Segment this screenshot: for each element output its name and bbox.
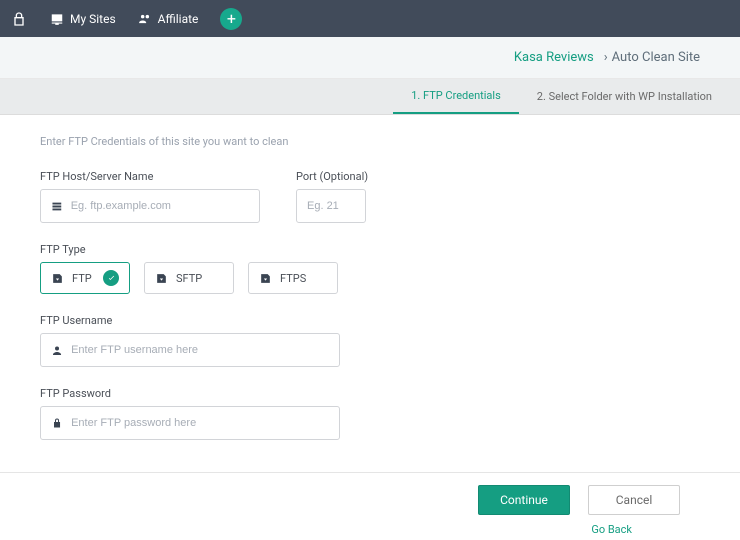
username-input-wrap[interactable] xyxy=(40,333,340,367)
field-username: FTP Username xyxy=(40,314,700,367)
doc-arrow-icon xyxy=(155,272,168,285)
server-icon xyxy=(51,200,63,213)
user-icon xyxy=(51,344,63,357)
add-button[interactable]: + xyxy=(220,8,242,30)
breadcrumb-site[interactable]: Kasa Reviews xyxy=(514,50,594,65)
top-nav: My Sites Affiliate + xyxy=(0,0,740,37)
field-port: Port (Optional) xyxy=(296,170,368,223)
step-2-label: 2. Select Folder with WP Installation xyxy=(537,90,712,103)
check-icon xyxy=(103,270,119,286)
nav-my-sites[interactable]: My Sites xyxy=(50,12,116,26)
people-icon xyxy=(138,12,152,26)
breadcrumb-separator: › xyxy=(604,50,608,65)
nav-my-sites-label: My Sites xyxy=(70,12,116,26)
nav-affiliate-label: Affiliate xyxy=(158,12,199,26)
type-option-ftp[interactable]: FTP xyxy=(40,262,130,294)
go-back-label: Go Back xyxy=(591,523,632,536)
password-input-wrap[interactable] xyxy=(40,406,340,440)
monitor-icon xyxy=(50,12,64,26)
step-ftp-credentials[interactable]: 1. FTP Credentials xyxy=(393,79,519,114)
doc-arrow-icon xyxy=(51,272,64,285)
host-label: FTP Host/Server Name xyxy=(40,170,260,183)
username-input[interactable] xyxy=(71,344,329,356)
lock-icon xyxy=(51,417,63,430)
field-password: FTP Password xyxy=(40,387,700,440)
field-type: FTP Type FTP SFTP FTPS xyxy=(40,243,700,294)
host-input-wrap[interactable] xyxy=(40,189,260,223)
form-area: Enter FTP Credentials of this site you w… xyxy=(0,115,740,460)
app-logo-icon xyxy=(10,10,28,28)
port-label: Port (Optional) xyxy=(296,170,368,183)
plus-icon: + xyxy=(227,11,236,27)
step-select-folder[interactable]: 2. Select Folder with WP Installation xyxy=(519,79,730,114)
type-sftp-label: SFTP xyxy=(176,272,202,285)
breadcrumb-page: Auto Clean Site xyxy=(612,50,700,65)
type-ftps-label: FTPS xyxy=(280,272,306,285)
type-option-ftps[interactable]: FTPS xyxy=(248,262,338,294)
username-label: FTP Username xyxy=(40,314,700,327)
field-host: FTP Host/Server Name xyxy=(40,170,260,223)
steps-bar: 1. FTP Credentials 2. Select Folder with… xyxy=(0,79,740,115)
go-back-link[interactable]: Go Back xyxy=(591,523,632,536)
password-input[interactable] xyxy=(71,417,329,429)
port-input[interactable] xyxy=(307,200,355,212)
type-label: FTP Type xyxy=(40,243,700,256)
type-ftp-label: FTP xyxy=(72,272,92,285)
continue-label: Continue xyxy=(500,493,548,507)
form-intro: Enter FTP Credentials of this site you w… xyxy=(40,135,700,148)
nav-affiliate[interactable]: Affiliate xyxy=(138,12,199,26)
doc-arrow-icon xyxy=(259,272,272,285)
type-options: FTP SFTP FTPS xyxy=(40,262,700,294)
step-1-label: 1. FTP Credentials xyxy=(411,89,501,102)
continue-button[interactable]: Continue xyxy=(478,485,570,515)
password-label: FTP Password xyxy=(40,387,700,400)
type-option-sftp[interactable]: SFTP xyxy=(144,262,234,294)
footer: Continue Cancel Go Back xyxy=(0,473,740,540)
cancel-button[interactable]: Cancel xyxy=(588,485,680,515)
breadcrumb: Kasa Reviews › Auto Clean Site xyxy=(0,37,740,79)
cancel-label: Cancel xyxy=(616,493,653,507)
host-input[interactable] xyxy=(71,200,249,212)
port-input-wrap[interactable] xyxy=(296,189,366,223)
